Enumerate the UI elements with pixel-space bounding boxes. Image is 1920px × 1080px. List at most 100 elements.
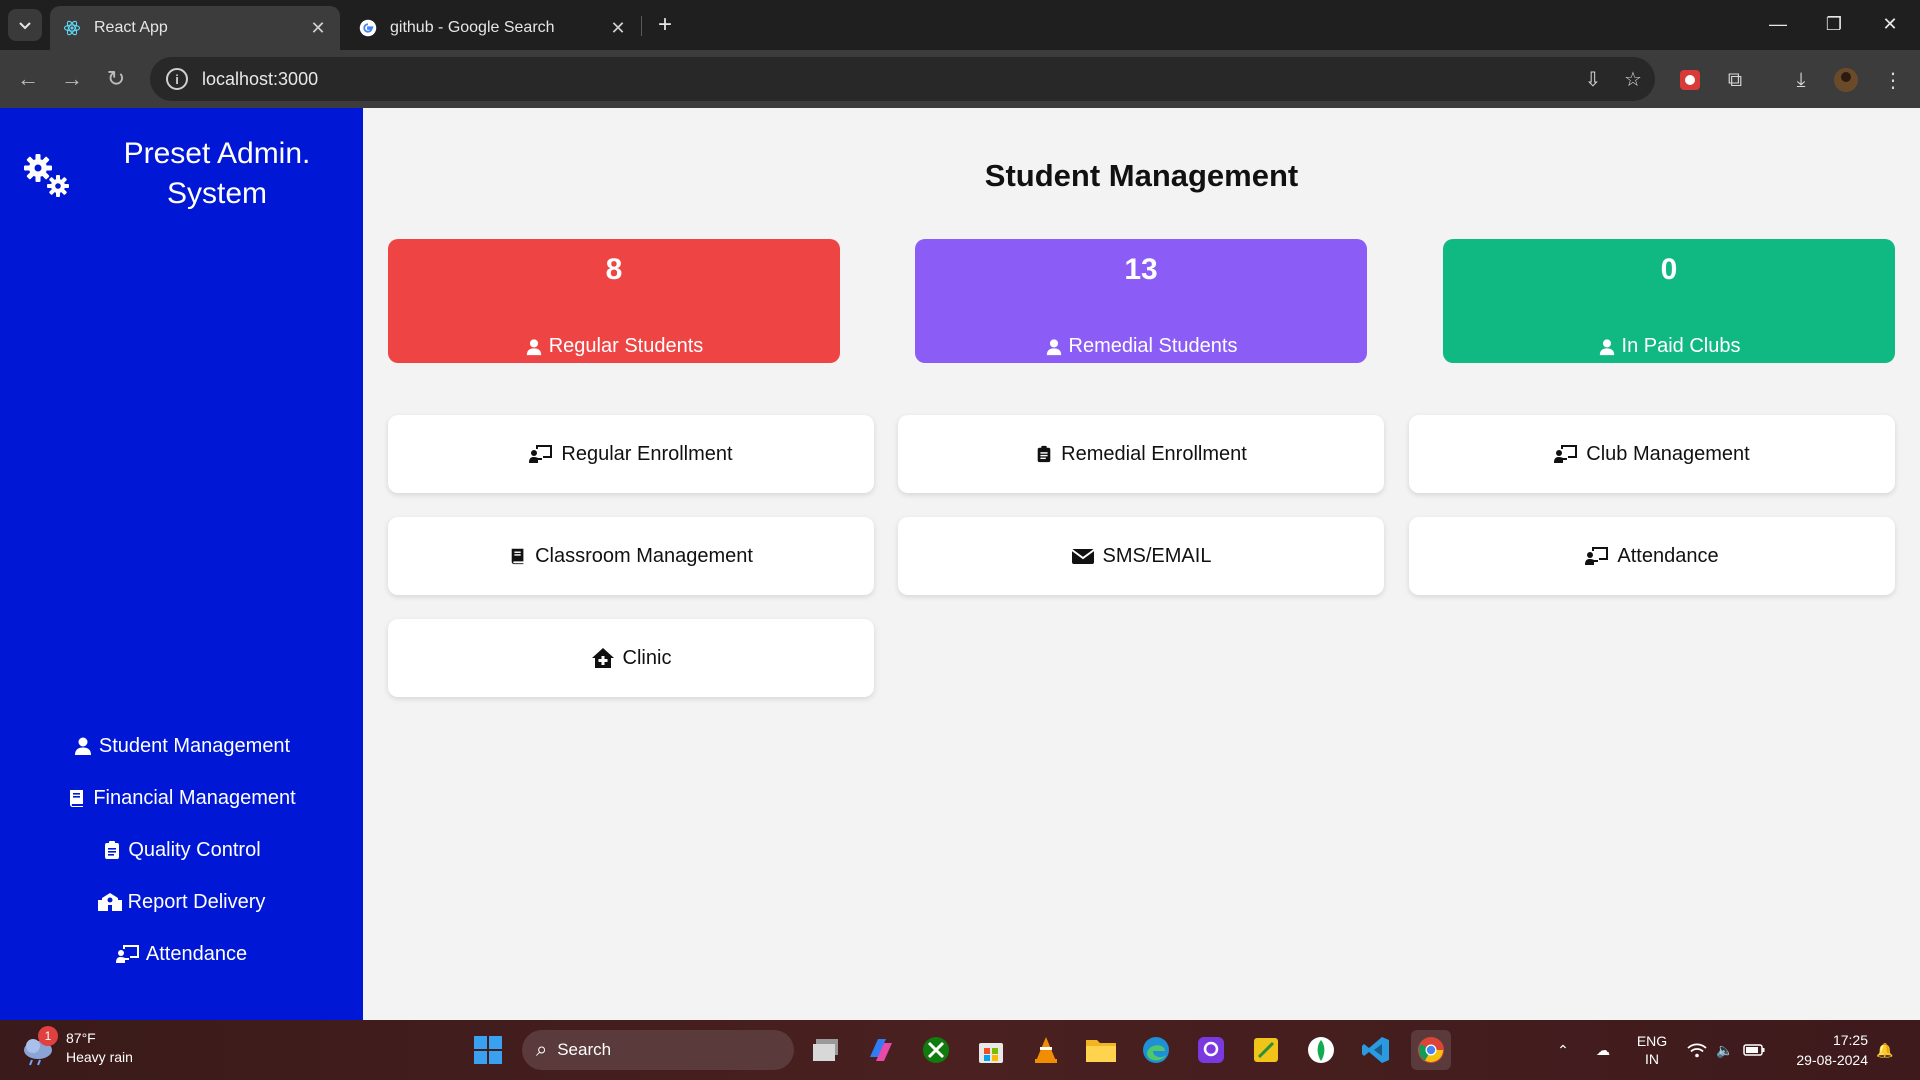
regular-enrollment-button[interactable]: Regular Enrollment bbox=[388, 415, 874, 493]
sidebar-item-financial-management[interactable]: Financial Management bbox=[0, 772, 363, 824]
rain-cloud-icon: 1 bbox=[20, 1026, 58, 1066]
stat-label: Regular Students bbox=[388, 335, 840, 358]
clock-time: 17:25 bbox=[1832, 1032, 1868, 1048]
vscode-icon[interactable] bbox=[1356, 1030, 1396, 1070]
download-icon[interactable]: ⤓ bbox=[1784, 63, 1818, 97]
close-icon[interactable]: ✕ bbox=[608, 18, 628, 38]
info-icon[interactable]: i bbox=[166, 68, 188, 90]
forward-button[interactable]: → bbox=[56, 63, 88, 95]
address-bar[interactable]: i localhost:3000 ⇩ ☆ bbox=[150, 57, 1655, 101]
sidebar-nav: Student Management Financial Management … bbox=[0, 720, 363, 980]
book-icon bbox=[70, 790, 84, 807]
tab-react-app[interactable]: React App ✕ bbox=[50, 6, 340, 50]
tab-divider bbox=[641, 16, 642, 36]
search-label: Search bbox=[557, 1040, 612, 1059]
minimize-button[interactable]: — bbox=[1750, 0, 1806, 48]
profile-avatar[interactable] bbox=[1829, 63, 1863, 97]
remedial-enrollment-button[interactable]: Remedial Enrollment bbox=[898, 415, 1384, 493]
sidebar-item-attendance[interactable]: Attendance bbox=[0, 928, 363, 980]
action-label: Regular Enrollment bbox=[561, 442, 733, 465]
stat-card-remedial-students[interactable]: 13 Remedial Students bbox=[915, 239, 1367, 363]
close-icon[interactable]: ✕ bbox=[308, 18, 328, 38]
school-icon bbox=[97, 893, 122, 911]
chalkboard-user-icon bbox=[1585, 547, 1609, 565]
sidebar-item-student-management[interactable]: Student Management bbox=[0, 720, 363, 772]
battery-icon[interactable] bbox=[1740, 1020, 1768, 1080]
extensions-puzzle-icon[interactable]: ⧉ bbox=[1718, 63, 1752, 97]
xbox-icon[interactable] bbox=[916, 1030, 956, 1070]
weather-alert-badge: 1 bbox=[38, 1026, 58, 1046]
app-icon-notes[interactable] bbox=[1246, 1030, 1286, 1070]
tab-title: React App bbox=[94, 19, 168, 36]
tab-google-search[interactable]: github - Google Search ✕ bbox=[346, 6, 640, 50]
back-button[interactable]: ← bbox=[12, 63, 44, 95]
restore-button[interactable]: ❐ bbox=[1806, 0, 1862, 48]
reload-button[interactable]: ↻ bbox=[100, 63, 132, 95]
chrome-icon[interactable] bbox=[1411, 1030, 1451, 1070]
action-label: Attendance bbox=[1617, 544, 1719, 567]
page-title: Student Management bbox=[984, 158, 1299, 193]
copilot-icon[interactable] bbox=[861, 1030, 901, 1070]
brand: Preset Admin. System bbox=[20, 134, 350, 214]
sms-email-button[interactable]: SMS/EMAIL bbox=[898, 517, 1384, 595]
action-label: Remedial Enrollment bbox=[1061, 442, 1247, 465]
browser-tab-bar: React App ✕ github - Google Search ✕ + —… bbox=[0, 0, 1920, 50]
action-label: Club Management bbox=[1586, 442, 1750, 465]
sidebar-item-report-delivery[interactable]: Report Delivery bbox=[0, 876, 363, 928]
clock[interactable]: 17:25 29-08-2024 bbox=[1770, 1030, 1868, 1070]
book-icon bbox=[511, 548, 524, 565]
tab-title: github - Google Search bbox=[390, 19, 555, 36]
clinic-button[interactable]: Clinic bbox=[388, 619, 874, 697]
chalkboard-user-icon bbox=[115, 945, 139, 963]
clipboard-icon bbox=[105, 841, 120, 859]
club-management-button[interactable]: Club Management bbox=[1409, 415, 1895, 493]
stat-label: Remedial Students bbox=[915, 335, 1367, 358]
main-content: Student Management 8 Regular Students 13… bbox=[363, 108, 1920, 1020]
microsoft-store-icon[interactable] bbox=[971, 1030, 1011, 1070]
stat-label-text: Remedial Students bbox=[1068, 335, 1238, 357]
task-view-icon[interactable] bbox=[806, 1030, 846, 1070]
sidebar-item-label: Financial Management bbox=[93, 786, 296, 809]
stat-label-text: In Paid Clubs bbox=[1621, 335, 1741, 357]
stat-card-paid-clubs[interactable]: 0 In Paid Clubs bbox=[1443, 239, 1895, 363]
install-app-icon[interactable]: ⇩ bbox=[1575, 61, 1611, 97]
volume-icon[interactable]: 🔈 bbox=[1712, 1020, 1738, 1080]
sidebar-item-quality-control[interactable]: Quality Control bbox=[0, 824, 363, 876]
taskbar-search[interactable]: ⌕ Search bbox=[522, 1030, 794, 1070]
chalkboard-user-icon bbox=[1554, 445, 1578, 463]
attendance-button[interactable]: Attendance bbox=[1409, 517, 1895, 595]
new-tab-button[interactable]: + bbox=[652, 11, 678, 38]
file-explorer-icon[interactable] bbox=[1081, 1030, 1121, 1070]
tab-search-button[interactable] bbox=[8, 9, 42, 41]
close-window-button[interactable]: ✕ bbox=[1862, 0, 1918, 48]
language-indicator[interactable]: ENG IN bbox=[1630, 1020, 1674, 1080]
wifi-icon[interactable] bbox=[1684, 1020, 1710, 1080]
extension-icon[interactable] bbox=[1673, 63, 1707, 97]
edge-icon[interactable] bbox=[1136, 1030, 1176, 1070]
bookmark-star-icon[interactable]: ☆ bbox=[1615, 61, 1651, 97]
stat-value: 8 bbox=[605, 253, 623, 286]
gears-icon bbox=[24, 154, 69, 197]
house-medical-icon bbox=[591, 648, 614, 668]
stat-value: 13 bbox=[1124, 253, 1158, 286]
sidebar-item-label: Quality Control bbox=[128, 838, 261, 861]
chalkboard-user-icon bbox=[529, 445, 553, 463]
vlc-icon[interactable] bbox=[1026, 1030, 1066, 1070]
notification-bell-icon[interactable]: 🔔 bbox=[1870, 1020, 1900, 1080]
action-label: Clinic bbox=[622, 646, 672, 669]
mongodb-compass-icon[interactable] bbox=[1301, 1030, 1341, 1070]
lang-top: ENG bbox=[1636, 1033, 1668, 1049]
react-icon bbox=[62, 18, 82, 38]
onedrive-icon[interactable]: ☁ bbox=[1588, 1020, 1618, 1080]
windows-start-icon[interactable] bbox=[468, 1030, 508, 1070]
clock-date: 29-08-2024 bbox=[1796, 1052, 1868, 1068]
stat-label: In Paid Clubs bbox=[1443, 335, 1895, 358]
classroom-management-button[interactable]: Classroom Management bbox=[388, 517, 874, 595]
browser-toolbar: ← → ↻ i localhost:3000 ⇩ ☆ ⧉ ⤓ ⋮ bbox=[0, 50, 1920, 108]
chevron-up-icon[interactable]: ⌃ bbox=[1550, 1020, 1576, 1080]
weather-widget[interactable]: 1 87°F Heavy rain bbox=[20, 1026, 133, 1067]
menu-kebab-icon[interactable]: ⋮ bbox=[1876, 63, 1910, 97]
stat-card-regular-students[interactable]: 8 Regular Students bbox=[388, 239, 840, 363]
action-label: SMS/EMAIL bbox=[1102, 544, 1212, 567]
app-icon-purple[interactable] bbox=[1191, 1030, 1231, 1070]
